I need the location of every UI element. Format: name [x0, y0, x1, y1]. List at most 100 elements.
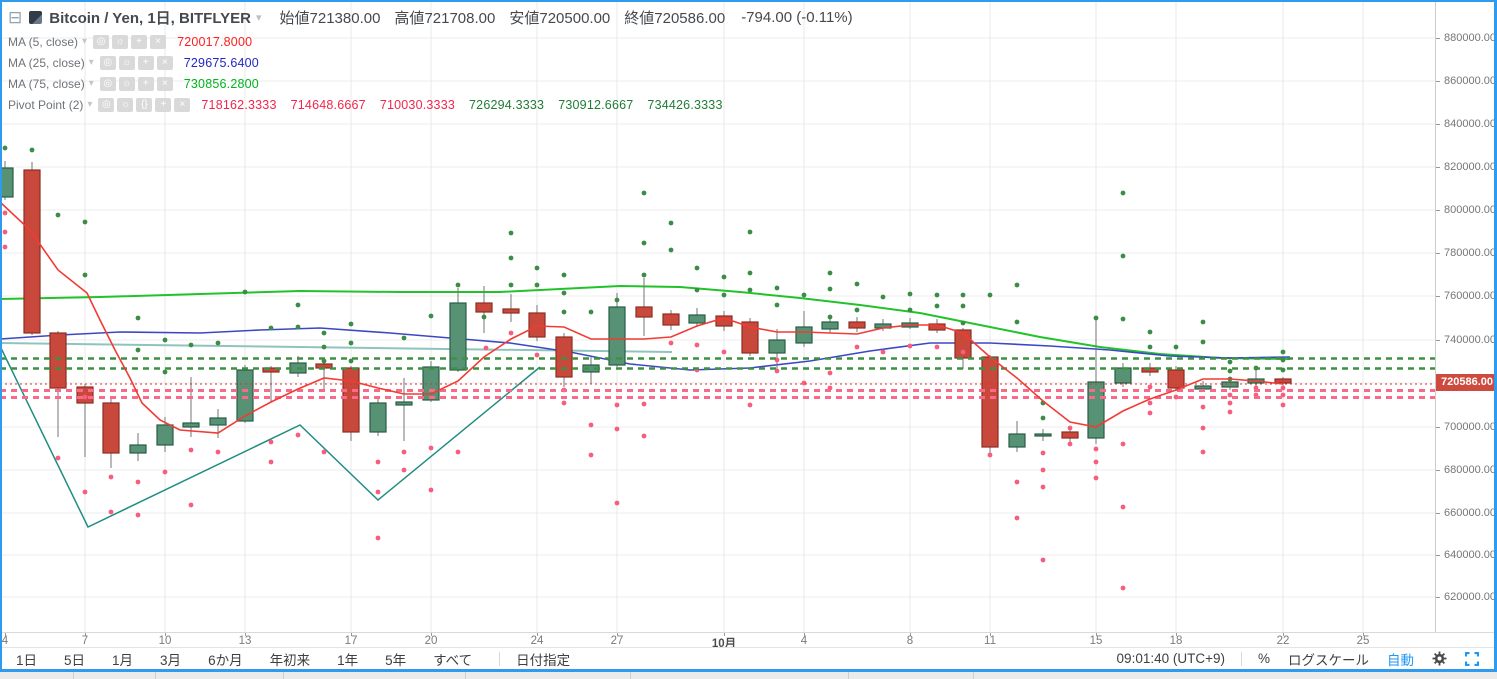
time-axis-label: 18 — [1169, 635, 1183, 647]
price-axis-label: 700000.00 — [1444, 421, 1496, 433]
toolbar-divider — [499, 651, 501, 666]
indicator-label[interactable]: MA (5, close) — [8, 35, 78, 49]
indicator-value: 720017.8000 — [177, 34, 253, 49]
log-scale-button[interactable]: ログスケール — [1288, 649, 1369, 669]
time-axis[interactable]: 4 7 10 13 17 20 24 27 10月 4 8 11 15 18 22 25 — [0, 632, 1497, 650]
price-axis-label: 680000.00 — [1444, 464, 1496, 476]
range-button-ytd[interactable]: 年初来 — [270, 649, 311, 669]
percent-scale-button[interactable]: % — [1258, 651, 1270, 666]
eye-icon[interactable]: ◎ — [99, 76, 116, 91]
chevron-down-icon[interactable]: ▾ — [82, 36, 87, 47]
indicator-label[interactable]: MA (25, close) — [8, 56, 85, 70]
panel-divider — [283, 672, 284, 679]
time-axis-label: 17 — [344, 635, 358, 647]
price-tick — [1436, 124, 1440, 125]
price-tick — [1436, 296, 1440, 297]
goto-date-button[interactable]: 日付指定 — [516, 649, 570, 669]
price-axis-label: 780000.00 — [1444, 247, 1496, 259]
add-icon[interactable]: + — [155, 97, 172, 112]
range-button-all[interactable]: すべて — [433, 649, 472, 669]
price-axis-label: 840000.00 — [1444, 118, 1496, 130]
change-value: -794.00 (-0.11%) — [741, 8, 853, 26]
time-axis-label: 10 — [158, 635, 172, 647]
source-code-icon[interactable]: {} — [136, 97, 153, 112]
close-value: 720586.00 — [654, 9, 726, 27]
eye-icon[interactable]: ◎ — [93, 34, 110, 49]
time-axis-label: 27 — [610, 635, 624, 647]
low-label: 安値 — [509, 9, 540, 27]
indicator-label[interactable]: Pivot Point (2) — [8, 98, 83, 112]
price-axis-label: 740000.00 — [1444, 334, 1496, 346]
price-tick — [1436, 340, 1440, 341]
price-tick — [1436, 210, 1440, 211]
indicator-label[interactable]: MA (75, close) — [8, 77, 85, 91]
price-axis-label: 880000.00 — [1444, 32, 1496, 44]
price-axis[interactable]: 720586.00 880000.00 860000.00 840000.00 820… — [1436, 0, 1496, 632]
gear-icon[interactable]: ☼ — [117, 97, 134, 112]
add-icon[interactable]: + — [137, 55, 154, 70]
clock-readout[interactable]: 09:01:40 (UTC+9) — [1117, 651, 1225, 666]
gear-icon[interactable]: ☼ — [118, 55, 135, 70]
price-axis-label: 820000.00 — [1444, 161, 1496, 173]
range-button-1m[interactable]: 1月 — [112, 649, 133, 669]
last-price-tag: 720586.00 — [1436, 374, 1494, 391]
auto-scale-button[interactable]: 自動 — [1387, 649, 1414, 669]
collapsed-panel[interactable] — [0, 672, 1497, 679]
time-axis-label: 22 — [1276, 635, 1290, 647]
chevron-down-icon[interactable]: ▾ — [89, 78, 94, 89]
range-button-1y[interactable]: 1年 — [337, 649, 358, 669]
panel-divider — [73, 672, 74, 679]
price-axis-label: 640000.00 — [1444, 549, 1496, 561]
symbol-title[interactable]: Bitcoin / Yen, 1日, BITFLYER — [49, 7, 251, 28]
indicator-value: 730856.2800 — [183, 76, 259, 91]
add-icon[interactable]: + — [131, 34, 148, 49]
gear-icon[interactable] — [1432, 651, 1447, 667]
panel-divider — [630, 672, 631, 679]
indicator-legend: MA (5, close) ▾ ◎ ☼ + × 720017.8000 MA (25, clo… — [8, 31, 737, 115]
fullscreen-icon[interactable] — [1464, 651, 1480, 667]
price-tick — [1436, 513, 1440, 514]
panel-divider — [848, 672, 849, 679]
indicator-value: 718162.3333 — [201, 97, 277, 112]
range-button-6m[interactable]: 6か月 — [208, 649, 243, 669]
eye-icon[interactable]: ◎ — [98, 97, 115, 112]
time-axis-label: 25 — [1356, 635, 1370, 647]
price-tick — [1436, 81, 1440, 82]
ohlc-readout: 始値721380.00 高値721708.00 安値720500.00 終値72… — [280, 7, 853, 28]
time-axis-label: 7 — [81, 635, 89, 647]
price-tick — [1436, 597, 1440, 598]
price-tick — [1436, 167, 1440, 168]
indicator-value: 710030.3333 — [379, 97, 456, 112]
range-button-3m[interactable]: 3月 — [160, 649, 181, 669]
price-axis-label: 860000.00 — [1444, 75, 1496, 87]
time-axis-label: 20 — [424, 635, 438, 647]
chart-type-icon[interactable] — [29, 10, 43, 24]
chevron-down-icon[interactable]: ▾ — [89, 57, 94, 68]
range-button-5d[interactable]: 5日 — [64, 649, 85, 669]
indicator-row: MA (25, close) ▾ ◎ ☼ + × 729675.6400 — [8, 52, 737, 73]
eye-icon[interactable]: ◎ — [99, 55, 116, 70]
chevron-down-icon[interactable]: ▾ — [256, 11, 262, 24]
time-axis-label: 24 — [530, 635, 544, 647]
panel-divider — [973, 672, 974, 679]
chevron-down-icon[interactable]: ▾ — [87, 99, 92, 110]
panel-divider — [155, 672, 156, 679]
indicator-value: 729675.6400 — [183, 55, 259, 70]
close-icon[interactable]: × — [174, 97, 191, 112]
close-label: 終値 — [624, 9, 655, 27]
close-icon[interactable]: × — [150, 34, 167, 49]
close-icon[interactable]: × — [156, 55, 173, 70]
layout-grid-icon[interactable]: ⊟ — [8, 9, 22, 26]
indicator-value: 726294.3333 — [469, 97, 545, 112]
add-icon[interactable]: + — [137, 76, 154, 91]
gear-icon[interactable]: ☼ — [112, 34, 129, 49]
indicator-row: MA (5, close) ▾ ◎ ☼ + × 720017.8000 — [8, 31, 737, 52]
price-tick — [1436, 555, 1440, 556]
time-axis-label: 13 — [238, 635, 252, 647]
range-button-1d[interactable]: 1日 — [16, 649, 37, 669]
bottom-toolbar: 1日 5日 1月 3月 6か月 年初来 1年 5年 すべて 日付指定 09:01… — [0, 647, 1497, 669]
gear-icon[interactable]: ☼ — [118, 76, 135, 91]
close-icon[interactable]: × — [156, 76, 173, 91]
time-axis-label: 15 — [1089, 635, 1103, 647]
range-button-5y[interactable]: 5年 — [385, 649, 406, 669]
